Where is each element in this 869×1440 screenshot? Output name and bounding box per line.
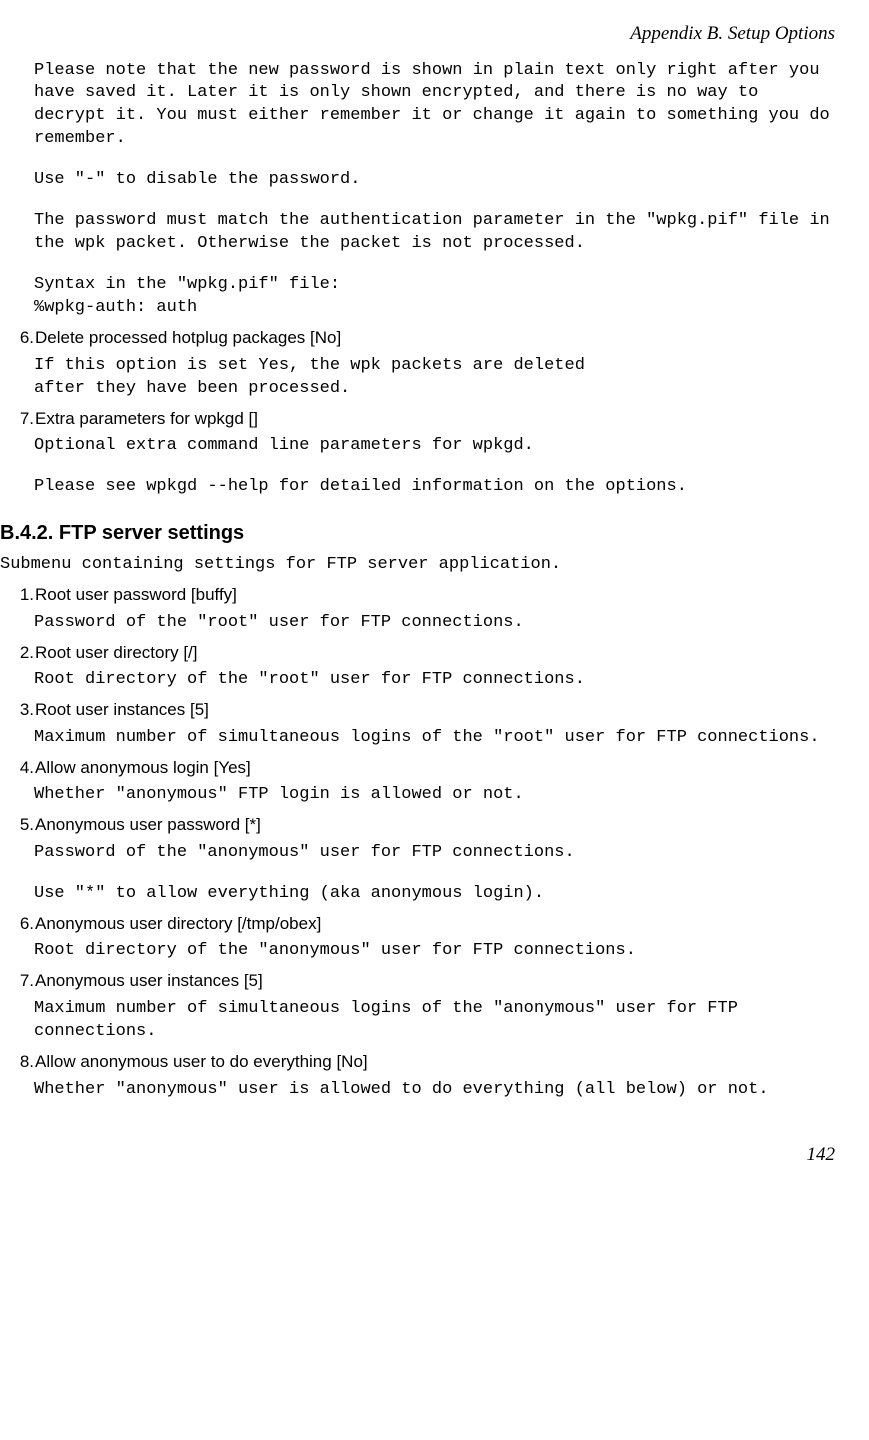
ftp-option-7: 7. Anonymous user instances [5] xyxy=(12,969,835,994)
ftp-option-5-label: Anonymous user password [*] xyxy=(35,813,261,838)
ftp-option-2-desc: Root directory of the "root" user for FT… xyxy=(34,669,835,692)
ftp-option-3-num: 3. xyxy=(12,698,34,723)
ftp-option-2-label: Root user directory [/] xyxy=(35,641,198,666)
ftp-option-5-desc-1: Password of the "anonymous" user for FTP… xyxy=(34,842,835,865)
ftp-option-1-num: 1. xyxy=(12,583,34,608)
ftp-option-3-label: Root user instances [5] xyxy=(35,698,209,723)
ftp-option-1-desc: Password of the "root" user for FTP conn… xyxy=(34,612,835,635)
ftp-option-3: 3. Root user instances [5] xyxy=(12,698,835,723)
section-desc-ftp: Submenu containing settings for FTP serv… xyxy=(0,554,835,577)
ftp-option-4-desc: Whether "anonymous" FTP login is allowed… xyxy=(34,784,835,807)
ftp-option-8-desc: Whether "anonymous" user is allowed to d… xyxy=(34,1079,835,1102)
password-note-2: Use "-" to disable the password. xyxy=(34,169,835,192)
password-note-3: The password must match the authenticati… xyxy=(34,210,835,256)
ftp-option-7-num: 7. xyxy=(12,969,34,994)
ftp-option-6-num: 6. xyxy=(12,912,34,937)
option-6: 6. Delete processed hotplug packages [No… xyxy=(12,326,835,351)
ftp-option-1: 1. Root user password [buffy] xyxy=(12,583,835,608)
option-6-desc: If this option is set Yes, the wpk packe… xyxy=(34,355,835,401)
ftp-option-4: 4. Allow anonymous login [Yes] xyxy=(12,756,835,781)
ftp-option-4-label: Allow anonymous login [Yes] xyxy=(35,756,251,781)
option-7: 7. Extra parameters for wpkgd [] xyxy=(12,407,835,432)
option-6-label: Delete processed hotplug packages [No] xyxy=(35,326,341,351)
ftp-option-2-num: 2. xyxy=(12,641,34,666)
option-6-num: 6. xyxy=(12,326,34,351)
ftp-option-6-desc: Root directory of the "anonymous" user f… xyxy=(34,940,835,963)
option-7-desc-2: Please see wpkgd --help for detailed inf… xyxy=(34,476,835,499)
ftp-option-1-label: Root user password [buffy] xyxy=(35,583,237,608)
option-7-desc-1: Optional extra command line parameters f… xyxy=(34,435,835,458)
ftp-option-6-label: Anonymous user directory [/tmp/obex] xyxy=(35,912,321,937)
password-note-1: Please note that the new password is sho… xyxy=(34,60,835,152)
ftp-option-4-num: 4. xyxy=(12,756,34,781)
page-number: 142 xyxy=(0,1141,835,1169)
ftp-option-2: 2. Root user directory [/] xyxy=(12,641,835,666)
ftp-option-5-desc-2: Use "*" to allow everything (aka anonymo… xyxy=(34,883,835,906)
ftp-option-8: 8. Allow anonymous user to do everything… xyxy=(12,1050,835,1075)
ftp-option-8-num: 8. xyxy=(12,1050,34,1075)
page-header: Appendix B. Setup Options xyxy=(0,20,835,48)
ftp-option-5: 5. Anonymous user password [*] xyxy=(12,813,835,838)
section-heading-ftp: B.4.2. FTP server settings xyxy=(0,519,835,548)
option-7-label: Extra parameters for wpkgd [] xyxy=(35,407,258,432)
ftp-option-6: 6. Anonymous user directory [/tmp/obex] xyxy=(12,912,835,937)
ftp-option-8-label: Allow anonymous user to do everything [N… xyxy=(35,1050,368,1075)
password-note-4: Syntax in the "wpkg.pif" file: %wpkg-aut… xyxy=(34,274,835,320)
ftp-option-3-desc: Maximum number of simultaneous logins of… xyxy=(34,727,835,750)
ftp-option-7-desc: Maximum number of simultaneous logins of… xyxy=(34,998,835,1044)
option-7-num: 7. xyxy=(12,407,34,432)
ftp-option-5-num: 5. xyxy=(12,813,34,838)
ftp-option-7-label: Anonymous user instances [5] xyxy=(35,969,263,994)
